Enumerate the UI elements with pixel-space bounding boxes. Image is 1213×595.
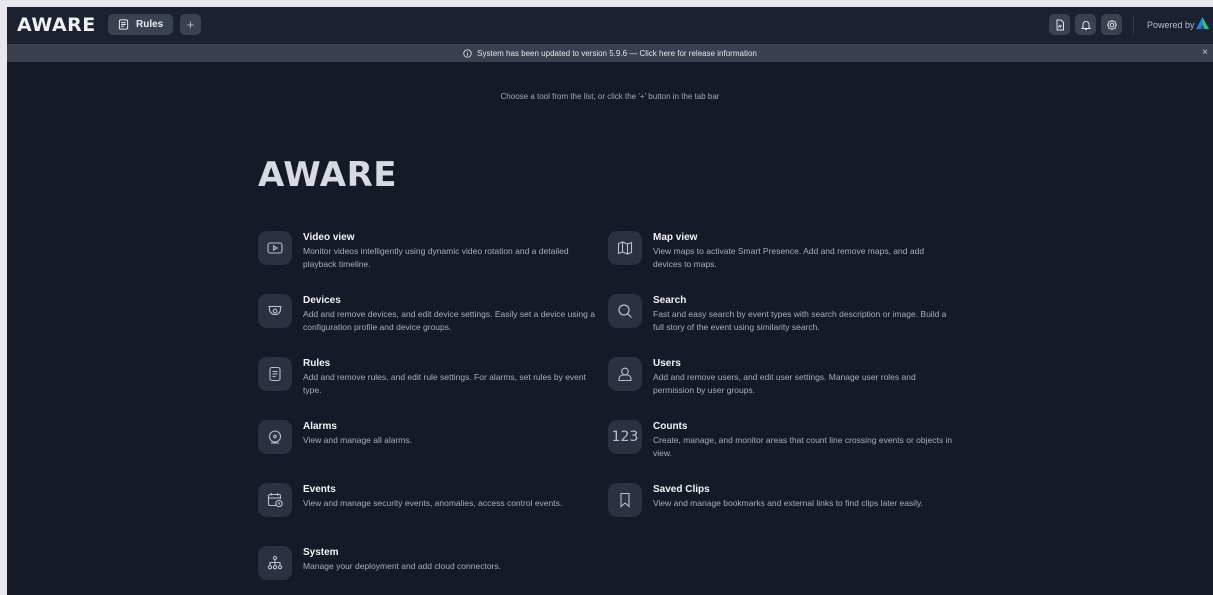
instruction-hint: Choose a tool from the list, or click th… bbox=[500, 92, 720, 101]
bookmark-icon bbox=[608, 483, 642, 517]
tool-description: View maps to activate Smart Presence. Ad… bbox=[653, 246, 925, 269]
user-icon bbox=[608, 357, 642, 391]
page-title: AWARE bbox=[258, 155, 397, 195]
tool-description: View and manage bookmarks and external l… bbox=[653, 498, 923, 508]
tool-description: Add and remove rules, and edit rule sett… bbox=[303, 372, 586, 395]
tool-users[interactable]: Users Add and remove users, and edit use… bbox=[608, 357, 948, 401]
app-window: AWARE Rules + Powered by System has been… bbox=[7, 7, 1213, 595]
counts-icon: 123 bbox=[608, 420, 642, 454]
settings-button[interactable] bbox=[1101, 14, 1122, 35]
report-icon bbox=[1056, 19, 1064, 30]
tool-description: Add and remove devices, and edit device … bbox=[303, 309, 596, 332]
tool-name: Counts bbox=[653, 421, 688, 432]
tool-name: System bbox=[303, 547, 339, 558]
bell-icon bbox=[1080, 20, 1091, 30]
app-logo: AWARE bbox=[17, 14, 96, 36]
notifications-button[interactable] bbox=[1075, 14, 1096, 35]
camera-icon bbox=[258, 294, 292, 328]
events-icon bbox=[258, 483, 292, 517]
tool-name: Rules bbox=[303, 358, 331, 369]
info-icon bbox=[463, 48, 472, 58]
update-banner[interactable]: System has been updated to version 5.9.6… bbox=[7, 44, 1213, 62]
tool-rules[interactable]: Rules Add and remove rules, and edit rul… bbox=[258, 357, 598, 401]
tool-name: Users bbox=[653, 358, 681, 369]
rules-tab-icon bbox=[118, 19, 129, 30]
gear-icon bbox=[1106, 19, 1117, 30]
search-icon bbox=[608, 294, 642, 328]
tool-description: Fast and easy search by event types with… bbox=[653, 309, 947, 332]
tool-description: View and manage all alarms. bbox=[303, 435, 412, 445]
tool-name: Saved Clips bbox=[653, 484, 710, 495]
tab-label: Rules bbox=[136, 19, 164, 30]
tool-description: Manage your deployment and add cloud con… bbox=[303, 561, 501, 571]
banner-message: System has been updated to version 5.9.6… bbox=[477, 48, 757, 58]
banner-close-icon[interactable]: × bbox=[1202, 47, 1208, 59]
report-button[interactable] bbox=[1049, 14, 1070, 35]
tool-name: Alarms bbox=[303, 421, 337, 432]
rules-icon bbox=[258, 357, 292, 391]
counts-icon-text: 123 bbox=[611, 429, 639, 445]
tool-description: Create, manage, and monitor areas that c… bbox=[653, 435, 953, 458]
video-icon bbox=[258, 231, 292, 265]
system-icon bbox=[258, 546, 292, 580]
tool-name: Video view bbox=[303, 232, 355, 243]
tool-counts[interactable]: 123 Counts Create, manage, and monitor a… bbox=[608, 420, 952, 464]
brand-logo-icon bbox=[1195, 16, 1210, 30]
add-tab-button[interactable]: + bbox=[180, 14, 201, 35]
tool-system[interactable]: System Manage your deployment and add cl… bbox=[258, 546, 598, 590]
tool-alarms[interactable]: Alarms View and manage all alarms. bbox=[258, 420, 598, 464]
tool-events[interactable]: Events View and manage security events, … bbox=[258, 483, 598, 527]
tool-name: Search bbox=[653, 295, 687, 306]
tool-name: Devices bbox=[303, 295, 341, 306]
tool-map-view[interactable]: Map view View maps to activate Smart Pre… bbox=[608, 231, 948, 275]
tab-rules[interactable]: Rules bbox=[108, 14, 173, 35]
tool-description: View and manage security events, anomali… bbox=[303, 498, 563, 508]
top-bar: AWARE Rules + Powered by bbox=[7, 7, 1213, 43]
tool-description: Monitor videos intelligently using dynam… bbox=[303, 246, 569, 269]
tool-description: Add and remove users, and edit user sett… bbox=[653, 372, 916, 395]
tool-search[interactable]: Search Fast and easy search by event typ… bbox=[608, 294, 948, 338]
tool-video-view[interactable]: Video view Monitor videos intelligently … bbox=[258, 231, 598, 275]
tool-name: Events bbox=[303, 484, 336, 495]
tool-devices[interactable]: Devices Add and remove devices, and edit… bbox=[258, 294, 598, 338]
tool-saved-clips[interactable]: Saved Clips View and manage bookmarks an… bbox=[608, 483, 948, 527]
alarm-icon bbox=[258, 420, 292, 454]
tool-name: Map view bbox=[653, 232, 698, 243]
powered-by-label: Powered by bbox=[1147, 20, 1195, 30]
map-icon bbox=[608, 231, 642, 265]
topbar-divider bbox=[1133, 15, 1134, 35]
